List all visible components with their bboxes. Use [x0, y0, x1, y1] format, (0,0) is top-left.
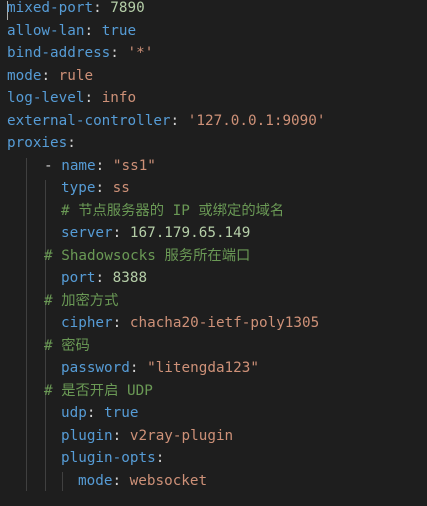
code-line: external-controller: '127.0.0.1:9090': [7, 110, 326, 133]
code-line: type: ss: [61, 177, 130, 200]
yaml-separator: :: [129, 360, 148, 376]
yaml-value: websocket: [129, 472, 208, 489]
yaml-comment: # Shadowsocks 服务所在端口: [44, 247, 251, 264]
code-editor[interactable]: mixed-port: 7890 allow-lan: true bind-ad…: [0, 0, 427, 506]
code-line: log-level: info: [7, 87, 136, 110]
yaml-value: 8388: [112, 270, 148, 286]
code-line: bind-address: '*': [7, 42, 153, 65]
yaml-separator: :: [86, 405, 105, 421]
yaml-separator: :: [95, 157, 113, 174]
yaml-separator: :: [155, 450, 165, 466]
yaml-key: udp: [61, 405, 87, 421]
yaml-value: true: [101, 22, 137, 39]
yaml-key: bind-address: [7, 45, 111, 61]
yaml-separator: :: [84, 90, 102, 106]
indent-guide-level-3: [62, 472, 63, 491]
code-line: plugin-opts:: [61, 447, 164, 470]
yaml-key: name: [61, 157, 96, 174]
code-line: # Shadowsocks 服务所在端口: [44, 245, 250, 268]
code-line: # 密码: [44, 335, 90, 358]
yaml-separator: :: [112, 427, 130, 444]
yaml-key: mode: [7, 67, 42, 84]
yaml-separator: :: [110, 45, 128, 61]
code-line: cipher: chacha20-ietf-poly1305: [61, 312, 319, 335]
yaml-key: log-level: [7, 90, 85, 106]
yaml-value: "litengda123": [147, 360, 259, 376]
code-line: server: 167.179.65.149: [61, 222, 250, 245]
code-line: mixed-port: 7890: [7, 0, 145, 20]
yaml-separator: :: [67, 135, 76, 151]
code-line: mode: websocket: [78, 470, 207, 493]
yaml-comment: # 是否开启 UDP: [44, 382, 153, 399]
code-line: # 是否开启 UDP: [44, 380, 153, 403]
yaml-comment: # 节点服务器的 IP 或绑定的域名: [61, 202, 285, 219]
yaml-value: rule: [58, 67, 94, 84]
yaml-value: chacha20-ietf-poly1305: [129, 315, 320, 331]
yaml-value: info: [101, 90, 137, 106]
yaml-separator: :: [170, 112, 188, 129]
yaml-key: port: [61, 270, 96, 286]
yaml-separator: :: [95, 270, 113, 286]
code-line: - name: "ss1": [44, 155, 156, 178]
yaml-value: true: [104, 405, 139, 421]
yaml-key: plugin: [61, 427, 113, 444]
yaml-key: proxies: [7, 135, 68, 151]
code-line: # 加密方式: [44, 290, 118, 313]
code-line: port: 8388: [61, 267, 147, 290]
code-line: mode: rule: [7, 65, 93, 88]
yaml-key: plugin-opts: [61, 450, 156, 466]
yaml-key: external-controller: [7, 112, 171, 129]
yaml-key: allow-lan: [7, 22, 85, 39]
yaml-separator: :: [41, 67, 59, 84]
indent-guide-level-1: [26, 158, 27, 491]
yaml-separator: :: [93, 0, 111, 16]
yaml-key: password: [61, 360, 130, 376]
yaml-value: 7890: [110, 0, 145, 16]
yaml-value: ss: [112, 180, 130, 196]
yaml-value: v2ray-plugin: [129, 427, 234, 444]
code-line: plugin: v2ray-plugin: [61, 425, 233, 448]
code-line: allow-lan: true: [7, 20, 136, 43]
yaml-key: server: [61, 225, 113, 241]
yaml-key: type: [61, 180, 96, 196]
yaml-key: mixed-port: [7, 0, 94, 16]
yaml-separator: :: [95, 180, 113, 196]
yaml-separator: :: [112, 472, 130, 489]
yaml-value: 167.179.65.149: [129, 225, 251, 241]
code-line: password: "litengda123": [61, 357, 259, 380]
code-line: # 节点服务器的 IP 或绑定的域名: [61, 200, 284, 223]
yaml-value: '*': [127, 45, 154, 61]
yaml-comment: # 密码: [44, 337, 90, 354]
yaml-separator: :: [112, 225, 130, 241]
yaml-separator: :: [112, 315, 130, 331]
yaml-key: mode: [78, 472, 113, 489]
code-line: udp: true: [61, 402, 138, 425]
yaml-list-dash: -: [44, 157, 62, 174]
yaml-separator: :: [84, 22, 102, 39]
yaml-value: '127.0.0.1:9090': [187, 112, 326, 129]
code-line: proxies:: [7, 132, 76, 155]
yaml-value: "ss1": [112, 157, 156, 174]
yaml-comment: # 加密方式: [44, 292, 119, 309]
yaml-key: cipher: [61, 315, 113, 331]
